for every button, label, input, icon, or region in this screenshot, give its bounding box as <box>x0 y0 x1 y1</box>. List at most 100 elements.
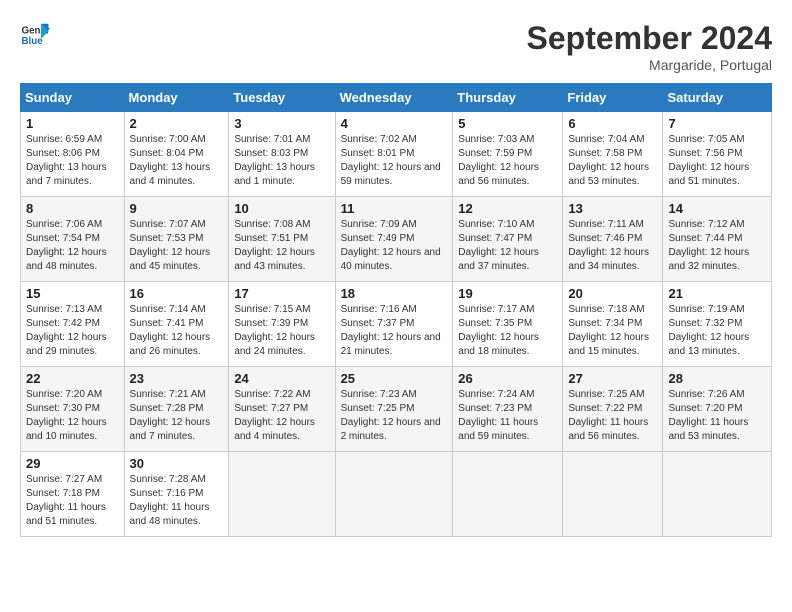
day-number: 8 <box>26 201 119 216</box>
table-row: 9 Sunrise: 7:07 AMSunset: 7:53 PMDayligh… <box>124 197 229 282</box>
day-number: 25 <box>341 371 448 386</box>
table-row: 27 Sunrise: 7:25 AMSunset: 7:22 PMDaylig… <box>563 367 663 452</box>
table-row <box>453 452 563 537</box>
day-number: 14 <box>668 201 766 216</box>
day-info: Sunrise: 7:19 AMSunset: 7:32 PMDaylight:… <box>668 303 766 359</box>
table-row: 4 Sunrise: 7:02 AMSunset: 8:01 PMDayligh… <box>335 112 453 197</box>
day-number: 29 <box>26 456 119 471</box>
day-number: 18 <box>341 286 448 301</box>
day-info: Sunrise: 7:18 AMSunset: 7:34 PMDaylight:… <box>568 303 657 359</box>
day-number: 13 <box>568 201 657 216</box>
day-number: 24 <box>234 371 329 386</box>
calendar-week-row: 29 Sunrise: 7:27 AMSunset: 7:18 PMDaylig… <box>21 452 772 537</box>
day-info: Sunrise: 7:01 AMSunset: 8:03 PMDaylight:… <box>234 133 329 189</box>
weekday-header-row: Sunday Monday Tuesday Wednesday Thursday… <box>21 84 772 112</box>
day-info: Sunrise: 7:26 AMSunset: 7:20 PMDaylight:… <box>668 388 766 444</box>
day-number: 16 <box>130 286 224 301</box>
table-row: 11 Sunrise: 7:09 AMSunset: 7:49 PMDaylig… <box>335 197 453 282</box>
day-info: Sunrise: 7:14 AMSunset: 7:41 PMDaylight:… <box>130 303 224 359</box>
day-info: Sunrise: 7:06 AMSunset: 7:54 PMDaylight:… <box>26 218 119 274</box>
day-info: Sunrise: 7:02 AMSunset: 8:01 PMDaylight:… <box>341 133 448 189</box>
day-info: Sunrise: 6:59 AMSunset: 8:06 PMDaylight:… <box>26 133 119 189</box>
table-row: 15 Sunrise: 7:13 AMSunset: 7:42 PMDaylig… <box>21 282 125 367</box>
col-saturday: Saturday <box>663 84 772 112</box>
day-info: Sunrise: 7:15 AMSunset: 7:39 PMDaylight:… <box>234 303 329 359</box>
day-number: 21 <box>668 286 766 301</box>
table-row: 23 Sunrise: 7:21 AMSunset: 7:28 PMDaylig… <box>124 367 229 452</box>
logo: General Blue <box>20 20 50 50</box>
day-info: Sunrise: 7:04 AMSunset: 7:58 PMDaylight:… <box>568 133 657 189</box>
day-info: Sunrise: 7:07 AMSunset: 7:53 PMDaylight:… <box>130 218 224 274</box>
table-row <box>563 452 663 537</box>
svg-text:Blue: Blue <box>22 36 44 47</box>
day-number: 20 <box>568 286 657 301</box>
day-number: 19 <box>458 286 557 301</box>
col-thursday: Thursday <box>453 84 563 112</box>
table-row: 2 Sunrise: 7:00 AMSunset: 8:04 PMDayligh… <box>124 112 229 197</box>
day-info: Sunrise: 7:00 AMSunset: 8:04 PMDaylight:… <box>130 133 224 189</box>
col-sunday: Sunday <box>21 84 125 112</box>
table-row: 26 Sunrise: 7:24 AMSunset: 7:23 PMDaylig… <box>453 367 563 452</box>
calendar-week-row: 22 Sunrise: 7:20 AMSunset: 7:30 PMDaylig… <box>21 367 772 452</box>
col-monday: Monday <box>124 84 229 112</box>
day-number: 28 <box>668 371 766 386</box>
table-row: 30 Sunrise: 7:28 AMSunset: 7:16 PMDaylig… <box>124 452 229 537</box>
table-row: 5 Sunrise: 7:03 AMSunset: 7:59 PMDayligh… <box>453 112 563 197</box>
day-info: Sunrise: 7:25 AMSunset: 7:22 PMDaylight:… <box>568 388 657 444</box>
calendar-table: Sunday Monday Tuesday Wednesday Thursday… <box>20 83 772 537</box>
day-info: Sunrise: 7:23 AMSunset: 7:25 PMDaylight:… <box>341 388 448 444</box>
table-row <box>229 452 335 537</box>
table-row: 13 Sunrise: 7:11 AMSunset: 7:46 PMDaylig… <box>563 197 663 282</box>
day-number: 6 <box>568 116 657 131</box>
day-number: 22 <box>26 371 119 386</box>
table-row: 14 Sunrise: 7:12 AMSunset: 7:44 PMDaylig… <box>663 197 772 282</box>
day-number: 9 <box>130 201 224 216</box>
day-number: 11 <box>341 201 448 216</box>
month-title: September 2024 <box>527 20 772 57</box>
day-number: 4 <box>341 116 448 131</box>
day-info: Sunrise: 7:24 AMSunset: 7:23 PMDaylight:… <box>458 388 557 444</box>
day-number: 3 <box>234 116 329 131</box>
table-row: 12 Sunrise: 7:10 AMSunset: 7:47 PMDaylig… <box>453 197 563 282</box>
logo-icon: General Blue <box>20 20 50 50</box>
day-number: 12 <box>458 201 557 216</box>
table-row: 29 Sunrise: 7:27 AMSunset: 7:18 PMDaylig… <box>21 452 125 537</box>
day-info: Sunrise: 7:11 AMSunset: 7:46 PMDaylight:… <box>568 218 657 274</box>
table-row: 10 Sunrise: 7:08 AMSunset: 7:51 PMDaylig… <box>229 197 335 282</box>
calendar-week-row: 8 Sunrise: 7:06 AMSunset: 7:54 PMDayligh… <box>21 197 772 282</box>
table-row: 22 Sunrise: 7:20 AMSunset: 7:30 PMDaylig… <box>21 367 125 452</box>
day-info: Sunrise: 7:03 AMSunset: 7:59 PMDaylight:… <box>458 133 557 189</box>
calendar-week-row: 15 Sunrise: 7:13 AMSunset: 7:42 PMDaylig… <box>21 282 772 367</box>
col-wednesday: Wednesday <box>335 84 453 112</box>
table-row: 8 Sunrise: 7:06 AMSunset: 7:54 PMDayligh… <box>21 197 125 282</box>
day-info: Sunrise: 7:08 AMSunset: 7:51 PMDaylight:… <box>234 218 329 274</box>
day-info: Sunrise: 7:17 AMSunset: 7:35 PMDaylight:… <box>458 303 557 359</box>
day-number: 7 <box>668 116 766 131</box>
table-row: 18 Sunrise: 7:16 AMSunset: 7:37 PMDaylig… <box>335 282 453 367</box>
day-info: Sunrise: 7:13 AMSunset: 7:42 PMDaylight:… <box>26 303 119 359</box>
day-info: Sunrise: 7:09 AMSunset: 7:49 PMDaylight:… <box>341 218 448 274</box>
day-number: 27 <box>568 371 657 386</box>
day-info: Sunrise: 7:27 AMSunset: 7:18 PMDaylight:… <box>26 473 119 529</box>
day-number: 1 <box>26 116 119 131</box>
day-number: 30 <box>130 456 224 471</box>
table-row: 17 Sunrise: 7:15 AMSunset: 7:39 PMDaylig… <box>229 282 335 367</box>
table-row: 28 Sunrise: 7:26 AMSunset: 7:20 PMDaylig… <box>663 367 772 452</box>
day-number: 15 <box>26 286 119 301</box>
table-row: 7 Sunrise: 7:05 AMSunset: 7:56 PMDayligh… <box>663 112 772 197</box>
day-number: 23 <box>130 371 224 386</box>
table-row: 16 Sunrise: 7:14 AMSunset: 7:41 PMDaylig… <box>124 282 229 367</box>
page-header: General Blue September 2024 Margaride, P… <box>20 20 772 73</box>
location: Margaride, Portugal <box>527 57 772 73</box>
col-friday: Friday <box>563 84 663 112</box>
title-block: September 2024 Margaride, Portugal <box>527 20 772 73</box>
table-row <box>663 452 772 537</box>
table-row: 25 Sunrise: 7:23 AMSunset: 7:25 PMDaylig… <box>335 367 453 452</box>
col-tuesday: Tuesday <box>229 84 335 112</box>
day-info: Sunrise: 7:21 AMSunset: 7:28 PMDaylight:… <box>130 388 224 444</box>
table-row: 3 Sunrise: 7:01 AMSunset: 8:03 PMDayligh… <box>229 112 335 197</box>
day-info: Sunrise: 7:20 AMSunset: 7:30 PMDaylight:… <box>26 388 119 444</box>
day-number: 2 <box>130 116 224 131</box>
day-number: 10 <box>234 201 329 216</box>
day-number: 26 <box>458 371 557 386</box>
